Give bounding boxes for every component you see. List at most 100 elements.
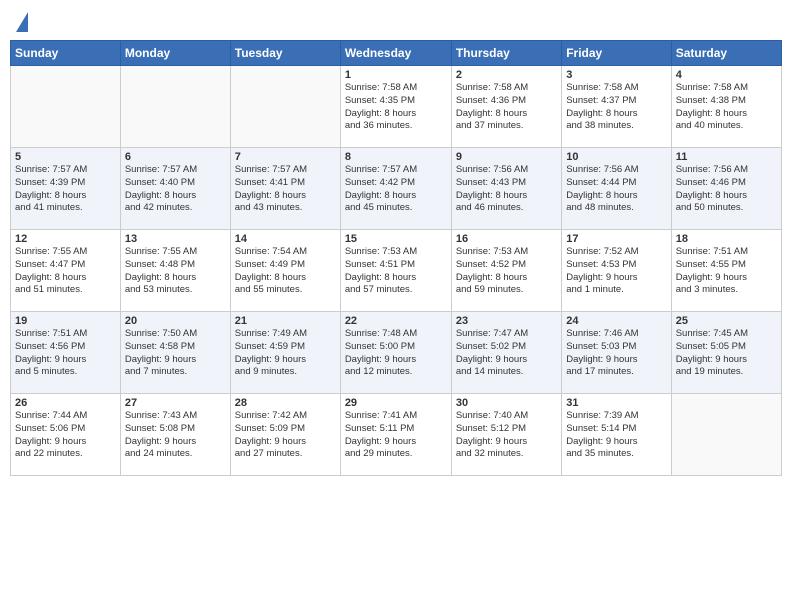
calendar-day-cell: 14Sunrise: 7:54 AM Sunset: 4:49 PM Dayli…: [230, 230, 340, 312]
day-info: Sunrise: 7:56 AM Sunset: 4:44 PM Dayligh…: [566, 164, 666, 215]
logo-triangle-icon: [16, 12, 28, 32]
day-number: 31: [566, 397, 666, 409]
calendar-day-cell: 16Sunrise: 7:53 AM Sunset: 4:52 PM Dayli…: [451, 230, 561, 312]
day-info: Sunrise: 7:57 AM Sunset: 4:42 PM Dayligh…: [345, 164, 447, 215]
day-info: Sunrise: 7:55 AM Sunset: 4:48 PM Dayligh…: [125, 246, 226, 297]
calendar-day-cell: 29Sunrise: 7:41 AM Sunset: 5:11 PM Dayli…: [340, 394, 451, 476]
day-info: Sunrise: 7:47 AM Sunset: 5:02 PM Dayligh…: [456, 328, 557, 379]
day-info: Sunrise: 7:56 AM Sunset: 4:46 PM Dayligh…: [676, 164, 777, 215]
day-number: 19: [15, 315, 116, 327]
weekday-header-row: SundayMondayTuesdayWednesdayThursdayFrid…: [11, 41, 782, 66]
day-number: 16: [456, 233, 557, 245]
day-info: Sunrise: 7:57 AM Sunset: 4:40 PM Dayligh…: [125, 164, 226, 215]
weekday-header: Monday: [120, 41, 230, 66]
calendar-week-row: 26Sunrise: 7:44 AM Sunset: 5:06 PM Dayli…: [11, 394, 782, 476]
day-number: 9: [456, 151, 557, 163]
weekday-header: Saturday: [671, 41, 781, 66]
calendar-table: SundayMondayTuesdayWednesdayThursdayFrid…: [10, 40, 782, 476]
page: SundayMondayTuesdayWednesdayThursdayFrid…: [0, 0, 792, 612]
calendar-day-cell: [11, 66, 121, 148]
day-info: Sunrise: 7:58 AM Sunset: 4:36 PM Dayligh…: [456, 82, 557, 133]
day-info: Sunrise: 7:39 AM Sunset: 5:14 PM Dayligh…: [566, 410, 666, 461]
day-info: Sunrise: 7:43 AM Sunset: 5:08 PM Dayligh…: [125, 410, 226, 461]
header: [10, 10, 782, 32]
day-number: 21: [235, 315, 336, 327]
day-info: Sunrise: 7:58 AM Sunset: 4:38 PM Dayligh…: [676, 82, 777, 133]
calendar-day-cell: 24Sunrise: 7:46 AM Sunset: 5:03 PM Dayli…: [562, 312, 671, 394]
day-info: Sunrise: 7:45 AM Sunset: 5:05 PM Dayligh…: [676, 328, 777, 379]
calendar-day-cell: 5Sunrise: 7:57 AM Sunset: 4:39 PM Daylig…: [11, 148, 121, 230]
day-number: 1: [345, 69, 447, 81]
day-info: Sunrise: 7:50 AM Sunset: 4:58 PM Dayligh…: [125, 328, 226, 379]
day-number: 4: [676, 69, 777, 81]
day-info: Sunrise: 7:51 AM Sunset: 4:56 PM Dayligh…: [15, 328, 116, 379]
calendar-day-cell: [671, 394, 781, 476]
day-info: Sunrise: 7:49 AM Sunset: 4:59 PM Dayligh…: [235, 328, 336, 379]
calendar-day-cell: 21Sunrise: 7:49 AM Sunset: 4:59 PM Dayli…: [230, 312, 340, 394]
calendar-day-cell: 25Sunrise: 7:45 AM Sunset: 5:05 PM Dayli…: [671, 312, 781, 394]
calendar-day-cell: 31Sunrise: 7:39 AM Sunset: 5:14 PM Dayli…: [562, 394, 671, 476]
day-info: Sunrise: 7:46 AM Sunset: 5:03 PM Dayligh…: [566, 328, 666, 379]
day-info: Sunrise: 7:40 AM Sunset: 5:12 PM Dayligh…: [456, 410, 557, 461]
calendar-day-cell: 11Sunrise: 7:56 AM Sunset: 4:46 PM Dayli…: [671, 148, 781, 230]
day-number: 11: [676, 151, 777, 163]
calendar-day-cell: 13Sunrise: 7:55 AM Sunset: 4:48 PM Dayli…: [120, 230, 230, 312]
calendar-day-cell: 27Sunrise: 7:43 AM Sunset: 5:08 PM Dayli…: [120, 394, 230, 476]
calendar-day-cell: 4Sunrise: 7:58 AM Sunset: 4:38 PM Daylig…: [671, 66, 781, 148]
calendar-week-row: 19Sunrise: 7:51 AM Sunset: 4:56 PM Dayli…: [11, 312, 782, 394]
weekday-header: Friday: [562, 41, 671, 66]
day-number: 29: [345, 397, 447, 409]
day-number: 5: [15, 151, 116, 163]
day-info: Sunrise: 7:56 AM Sunset: 4:43 PM Dayligh…: [456, 164, 557, 215]
calendar-day-cell: 17Sunrise: 7:52 AM Sunset: 4:53 PM Dayli…: [562, 230, 671, 312]
calendar-day-cell: 22Sunrise: 7:48 AM Sunset: 5:00 PM Dayli…: [340, 312, 451, 394]
day-number: 20: [125, 315, 226, 327]
day-number: 7: [235, 151, 336, 163]
day-info: Sunrise: 7:42 AM Sunset: 5:09 PM Dayligh…: [235, 410, 336, 461]
day-number: 13: [125, 233, 226, 245]
calendar-day-cell: 28Sunrise: 7:42 AM Sunset: 5:09 PM Dayli…: [230, 394, 340, 476]
calendar-day-cell: 12Sunrise: 7:55 AM Sunset: 4:47 PM Dayli…: [11, 230, 121, 312]
day-number: 30: [456, 397, 557, 409]
logo: [14, 10, 28, 32]
calendar-day-cell: 26Sunrise: 7:44 AM Sunset: 5:06 PM Dayli…: [11, 394, 121, 476]
calendar-day-cell: 8Sunrise: 7:57 AM Sunset: 4:42 PM Daylig…: [340, 148, 451, 230]
day-number: 12: [15, 233, 116, 245]
day-number: 28: [235, 397, 336, 409]
day-info: Sunrise: 7:55 AM Sunset: 4:47 PM Dayligh…: [15, 246, 116, 297]
day-info: Sunrise: 7:52 AM Sunset: 4:53 PM Dayligh…: [566, 246, 666, 297]
day-info: Sunrise: 7:53 AM Sunset: 4:52 PM Dayligh…: [456, 246, 557, 297]
day-info: Sunrise: 7:58 AM Sunset: 4:37 PM Dayligh…: [566, 82, 666, 133]
calendar-day-cell: 7Sunrise: 7:57 AM Sunset: 4:41 PM Daylig…: [230, 148, 340, 230]
weekday-header: Tuesday: [230, 41, 340, 66]
day-info: Sunrise: 7:57 AM Sunset: 4:41 PM Dayligh…: [235, 164, 336, 215]
calendar-day-cell: 10Sunrise: 7:56 AM Sunset: 4:44 PM Dayli…: [562, 148, 671, 230]
day-number: 2: [456, 69, 557, 81]
day-number: 15: [345, 233, 447, 245]
weekday-header: Thursday: [451, 41, 561, 66]
weekday-header: Wednesday: [340, 41, 451, 66]
day-info: Sunrise: 7:51 AM Sunset: 4:55 PM Dayligh…: [676, 246, 777, 297]
day-number: 22: [345, 315, 447, 327]
calendar-week-row: 12Sunrise: 7:55 AM Sunset: 4:47 PM Dayli…: [11, 230, 782, 312]
calendar-day-cell: 30Sunrise: 7:40 AM Sunset: 5:12 PM Dayli…: [451, 394, 561, 476]
day-info: Sunrise: 7:48 AM Sunset: 5:00 PM Dayligh…: [345, 328, 447, 379]
calendar-week-row: 5Sunrise: 7:57 AM Sunset: 4:39 PM Daylig…: [11, 148, 782, 230]
day-number: 17: [566, 233, 666, 245]
calendar-day-cell: 3Sunrise: 7:58 AM Sunset: 4:37 PM Daylig…: [562, 66, 671, 148]
calendar-day-cell: 19Sunrise: 7:51 AM Sunset: 4:56 PM Dayli…: [11, 312, 121, 394]
calendar-day-cell: 20Sunrise: 7:50 AM Sunset: 4:58 PM Dayli…: [120, 312, 230, 394]
day-number: 27: [125, 397, 226, 409]
day-info: Sunrise: 7:41 AM Sunset: 5:11 PM Dayligh…: [345, 410, 447, 461]
day-number: 26: [15, 397, 116, 409]
day-number: 24: [566, 315, 666, 327]
calendar-day-cell: 2Sunrise: 7:58 AM Sunset: 4:36 PM Daylig…: [451, 66, 561, 148]
day-info: Sunrise: 7:54 AM Sunset: 4:49 PM Dayligh…: [235, 246, 336, 297]
calendar-week-row: 1Sunrise: 7:58 AM Sunset: 4:35 PM Daylig…: [11, 66, 782, 148]
day-number: 3: [566, 69, 666, 81]
weekday-header: Sunday: [11, 41, 121, 66]
day-info: Sunrise: 7:57 AM Sunset: 4:39 PM Dayligh…: [15, 164, 116, 215]
calendar-day-cell: [120, 66, 230, 148]
calendar-day-cell: 6Sunrise: 7:57 AM Sunset: 4:40 PM Daylig…: [120, 148, 230, 230]
calendar-day-cell: 15Sunrise: 7:53 AM Sunset: 4:51 PM Dayli…: [340, 230, 451, 312]
